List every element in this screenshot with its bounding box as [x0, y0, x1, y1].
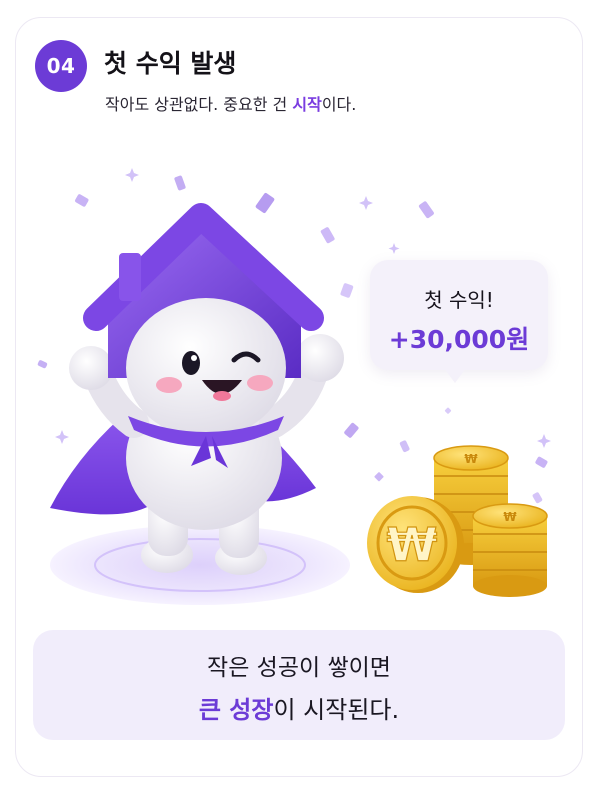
won-coin-icon: ₩ ₩ ₩ [367, 445, 548, 597]
svg-text:₩: ₩ [503, 510, 517, 524]
message-accent: 큰 성장 [198, 696, 274, 724]
svg-text:₩: ₩ [387, 518, 438, 572]
step-title: 첫 수익 발생 [104, 49, 237, 78]
bubble-label: 첫 수익! [424, 288, 494, 312]
house-mascot-icon [50, 203, 344, 575]
message-line-2: 큰 성장이 시작된다. [33, 690, 565, 725]
svg-text:₩: ₩ [464, 452, 478, 466]
subtitle-accent: 시작 [292, 95, 322, 114]
illustration: ₩ ₩ ₩ [37, 168, 551, 605]
income-amount: +30,000원 [388, 325, 530, 354]
subtitle-text: 작아도 상관없다. 중요한 건 [105, 95, 293, 114]
step-subtitle: 작아도 상관없다. 중요한 건 시작이다. [105, 91, 356, 115]
step-card: 04 첫 수익 발생 작아도 상관없다. 중요한 건 시작이다. ₩ ₩ ₩ 첫… [15, 17, 583, 777]
bubble-tail [444, 368, 466, 383]
step-number-badge: 04 [35, 40, 87, 92]
message-line-1: 작은 성공이 쌓이면 [207, 655, 391, 681]
subtitle-end: 이다. [321, 95, 357, 114]
message-rest: 이 시작된다. [273, 696, 400, 724]
step-number: 04 [46, 54, 76, 78]
